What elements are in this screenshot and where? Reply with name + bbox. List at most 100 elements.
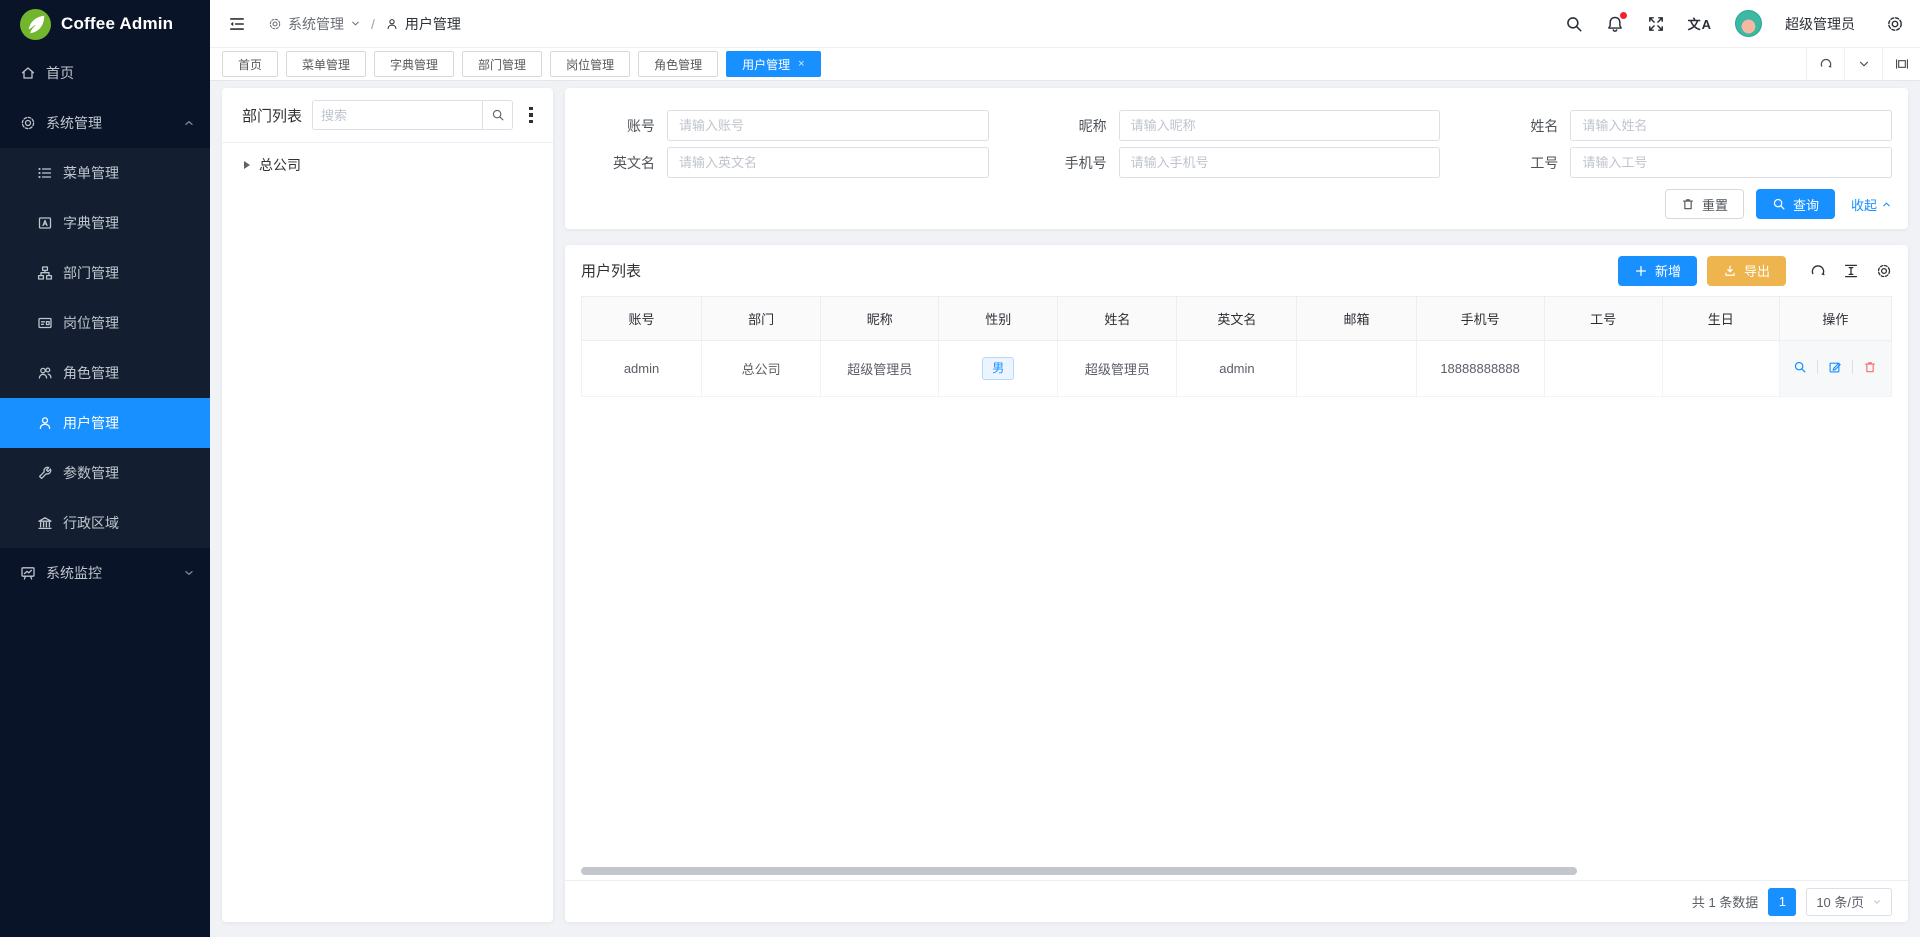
export-button[interactable]: 导出 — [1707, 256, 1786, 286]
avatar[interactable] — [1735, 10, 1762, 37]
reset-button[interactable]: 重置 — [1665, 189, 1744, 219]
col-phone: 手机号 — [1416, 297, 1544, 341]
sidebar-item-role-mgmt[interactable]: 角色管理 — [0, 348, 210, 398]
edit-row-button[interactable] — [1828, 360, 1842, 374]
tab-user-mgmt[interactable]: 用户管理 × — [726, 51, 820, 77]
translate-button[interactable]: 文A — [1688, 14, 1712, 33]
gear-icon — [1886, 15, 1904, 33]
refresh-icon — [1810, 263, 1826, 279]
breadcrumb: 系统管理 / 用户管理 — [268, 14, 461, 34]
horizontal-scrollbar[interactable] — [581, 867, 1892, 875]
delete-row-button[interactable] — [1863, 360, 1877, 374]
caret-right-icon[interactable] — [244, 161, 250, 169]
notification-badge — [1620, 12, 1627, 19]
cell-name: 超级管理员 — [1058, 341, 1177, 397]
username-label[interactable]: 超级管理员 — [1785, 14, 1855, 34]
col-job-no: 工号 — [1544, 297, 1662, 341]
page-1-button[interactable]: 1 — [1768, 888, 1796, 916]
sidebar-item-dict-mgmt[interactable]: 字典管理 — [0, 198, 210, 248]
sidebar-item-system-mgmt[interactable]: 系统管理 — [0, 98, 210, 148]
search-icon — [491, 108, 505, 122]
sidebar-item-post-mgmt[interactable]: 岗位管理 — [0, 298, 210, 348]
notifications-button[interactable] — [1606, 15, 1624, 33]
tab-close-icon[interactable]: × — [798, 58, 804, 70]
cell-birthday — [1662, 341, 1779, 397]
sidebar-item-dept-mgmt[interactable]: 部门管理 — [0, 248, 210, 298]
roles-icon — [37, 365, 53, 381]
chevron-down-icon — [182, 566, 196, 580]
sidebar-item-label: 首页 — [46, 63, 196, 83]
department-tree: 总公司 — [222, 142, 553, 922]
search-icon — [1565, 15, 1583, 33]
arrows-expand-icon — [1647, 15, 1665, 33]
sidebar-item-monitor[interactable]: 系统监控 — [0, 548, 210, 598]
breadcrumb-current-label: 用户管理 — [405, 14, 461, 34]
en-name-input[interactable] — [667, 147, 989, 178]
tabs-menu-button[interactable] — [1844, 48, 1882, 80]
sidebar-item-home[interactable]: 首页 — [0, 48, 210, 98]
tab-dict-mgmt[interactable]: 字典管理 — [374, 51, 454, 77]
nickname-input[interactable] — [1119, 110, 1441, 141]
breadcrumb-parent[interactable]: 系统管理 — [268, 14, 361, 34]
job-no-input[interactable] — [1570, 147, 1892, 178]
column-settings-button[interactable] — [1876, 263, 1892, 279]
org-tree-icon — [37, 265, 53, 281]
sidebar-item-param-mgmt[interactable]: 参数管理 — [0, 448, 210, 498]
phone-input[interactable] — [1119, 147, 1441, 178]
table-header-row: 账号 部门 昵称 性别 姓名 英文名 邮箱 手机号 工号 生日 操作 — [582, 297, 1892, 341]
user-list-panel: 用户列表 新增 导出 — [565, 245, 1908, 922]
tree-node-root[interactable]: 总公司 — [244, 155, 553, 175]
phone-label: 手机号 — [1033, 153, 1119, 173]
download-icon — [1723, 264, 1737, 278]
global-search-button[interactable] — [1565, 15, 1583, 33]
job-no-label: 工号 — [1484, 153, 1570, 173]
settings-button[interactable] — [1886, 15, 1904, 33]
tab-bar: 首页 菜单管理 字典管理 部门管理 岗位管理 角色管理 用户管理 × — [210, 48, 1920, 81]
chevron-down-icon — [1872, 897, 1882, 907]
table-refresh-button[interactable] — [1810, 263, 1826, 279]
scrollbar-thumb[interactable] — [581, 867, 1577, 875]
department-more-button[interactable] — [523, 107, 539, 124]
sidebar-item-region-mgmt[interactable]: 行政区域 — [0, 498, 210, 548]
account-label: 账号 — [581, 116, 667, 136]
breadcrumb-parent-label: 系统管理 — [288, 14, 344, 34]
view-row-button[interactable] — [1793, 360, 1807, 374]
chevron-up-icon — [1881, 199, 1892, 210]
tab-post-mgmt[interactable]: 岗位管理 — [550, 51, 630, 77]
menu-fold-button[interactable] — [228, 15, 246, 33]
department-search-button[interactable] — [482, 101, 512, 129]
name-input[interactable] — [1570, 110, 1892, 141]
nickname-label: 昵称 — [1033, 116, 1119, 136]
list-icon — [37, 165, 53, 181]
app-logo[interactable]: Coffee Admin — [0, 0, 210, 48]
tab-menu-mgmt[interactable]: 菜单管理 — [286, 51, 366, 77]
page-content: 部门列表 总公司 — [210, 81, 1920, 937]
tab-role-mgmt[interactable]: 角色管理 — [638, 51, 718, 77]
collapse-filters-link[interactable]: 收起 — [1851, 195, 1892, 214]
col-name: 姓名 — [1058, 297, 1177, 341]
fullscreen-button[interactable] — [1647, 15, 1665, 33]
sidebar-item-menu-mgmt[interactable]: 菜单管理 — [0, 148, 210, 198]
sidebar-item-label: 岗位管理 — [63, 313, 196, 333]
sidebar-item-label: 参数管理 — [63, 463, 196, 483]
tab-dept-mgmt[interactable]: 部门管理 — [462, 51, 542, 77]
department-search-input[interactable] — [313, 101, 482, 129]
col-email: 邮箱 — [1297, 297, 1416, 341]
en-name-label: 英文名 — [581, 153, 667, 173]
tree-node-label: 总公司 — [259, 155, 301, 175]
page-size-select[interactable]: 10 条/页 — [1806, 888, 1892, 916]
account-input[interactable] — [667, 110, 989, 141]
row-height-button[interactable] — [1843, 263, 1859, 279]
add-user-button[interactable]: 新增 — [1618, 256, 1697, 286]
gear-icon — [20, 115, 36, 131]
col-gender: 性别 — [939, 297, 1058, 341]
sidebar-item-label: 行政区域 — [63, 513, 196, 533]
query-button[interactable]: 查询 — [1756, 189, 1835, 219]
cell-en-name: admin — [1177, 341, 1297, 397]
sidebar-item-user-mgmt[interactable]: 用户管理 — [0, 398, 210, 448]
edit-icon — [1828, 360, 1842, 374]
tab-home[interactable]: 首页 — [222, 51, 278, 77]
content-fullscreen-button[interactable] — [1882, 48, 1920, 80]
total-count-label: 共 1 条数据 — [1692, 892, 1758, 911]
tabs-refresh-button[interactable] — [1806, 48, 1844, 80]
